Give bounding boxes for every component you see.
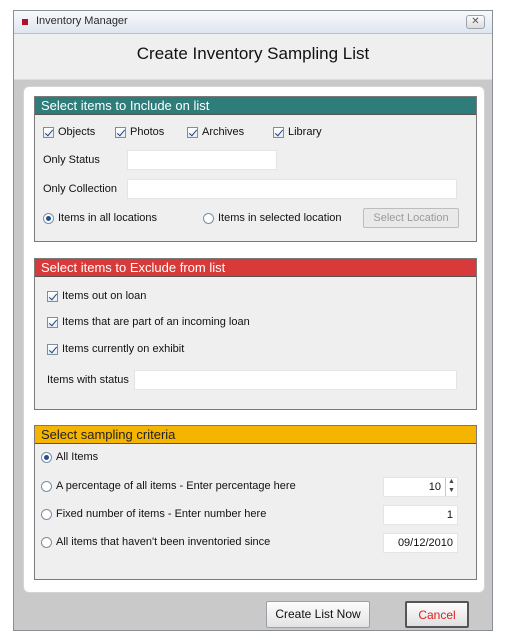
exclude-section-title: Select items to Exclude from list [35,259,476,277]
percentage-stepper[interactable]: ▲ ▼ [445,478,457,496]
create-list-now-button[interactable]: Create List Now [266,601,370,628]
radio-fixed-number[interactable]: Fixed number of items - Enter number her… [41,508,266,520]
checkbox-objects[interactable]: Objects [43,126,95,138]
items-with-status-field[interactable] [134,370,457,390]
percentage-value: 10 [428,481,441,493]
checkbox-archives-label: Archives [202,126,245,138]
checkbox-photos[interactable]: Photos [115,126,164,138]
radio-percentage-label: A percentage of all items - Enter percen… [56,480,296,492]
checkbox-on-exhibit[interactable]: Items currently on exhibit [47,343,184,355]
radio-not-inventoried-since[interactable]: All items that haven't been inventoried … [41,536,270,548]
checkbox-out-on-loan-box[interactable] [47,290,58,302]
criteria-section-title: Select sampling criteria [35,426,476,444]
checkbox-on-exhibit-box[interactable] [47,343,58,355]
radio-selected-location[interactable]: Items in selected location [203,212,342,224]
items-with-status-label: Items with status [47,374,129,386]
checkbox-incoming-loan-box[interactable] [47,316,58,328]
checkbox-on-exhibit-label: Items currently on exhibit [62,343,185,355]
checkbox-library-box[interactable] [273,126,284,138]
checkbox-incoming-loan[interactable]: Items that are part of an incoming loan [47,316,250,328]
inventory-manager-window: Inventory Manager ✕ Create Inventory Sam… [13,10,493,631]
fixed-number-input[interactable]: 1 [383,505,458,525]
title-bar: Inventory Manager ✕ [14,11,492,34]
criteria-section: Select sampling criteria All Items A per… [34,425,477,580]
stepper-down-icon[interactable]: ▼ [446,487,457,496]
page-title: Create Inventory Sampling List [136,44,370,63]
checkbox-archives-box[interactable] [187,126,198,138]
only-collection-field[interactable] [127,179,457,199]
radio-fixed-number-dot[interactable] [41,508,52,520]
only-status-label: Only Status [43,154,100,166]
checkbox-photos-box[interactable] [115,126,126,138]
stepper-up-icon[interactable]: ▲ [446,478,457,487]
exclude-section: Select items to Exclude from list Items … [34,258,477,410]
radio-not-inventoried-since-dot[interactable] [41,536,52,548]
radio-selected-location-dot[interactable] [203,212,214,224]
checkbox-objects-label: Objects [58,126,96,138]
radio-all-locations-label: Items in all locations [58,212,158,224]
checkbox-incoming-loan-label: Items that are part of an incoming loan [62,316,250,328]
app-icon [22,19,28,25]
checkbox-out-on-loan[interactable]: Items out on loan [47,290,146,302]
radio-all-locations[interactable]: Items in all locations [43,212,157,224]
radio-percentage[interactable]: A percentage of all items - Enter percen… [41,480,296,492]
radio-selected-location-label: Items in selected location [218,212,342,224]
radio-not-inventoried-since-label: All items that haven't been inventoried … [56,536,271,548]
checkbox-out-on-loan-label: Items out on loan [62,290,147,302]
radio-all-items[interactable]: All Items [41,451,98,463]
window-title: Inventory Manager [36,15,128,27]
only-status-field[interactable] [127,150,277,170]
include-section-title: Select items to Include on list [35,97,476,115]
close-icon[interactable]: ✕ [466,15,485,29]
radio-all-items-dot[interactable] [41,451,52,463]
radio-all-items-label: All Items [56,451,99,463]
radio-fixed-number-label: Fixed number of items - Enter number her… [56,508,267,520]
percentage-input[interactable]: 10 ▲ ▼ [383,477,458,497]
checkbox-library-label: Library [288,126,322,138]
radio-percentage-dot[interactable] [41,480,52,492]
radio-all-locations-dot[interactable] [43,212,54,224]
checkbox-library[interactable]: Library [273,126,322,138]
cancel-button[interactable]: Cancel [405,601,469,628]
dialog-header: Create Inventory Sampling List [14,34,492,80]
dialog-body: Select items to Include on list Objects … [23,86,485,593]
include-section: Select items to Include on list Objects … [34,96,477,242]
checkbox-archives[interactable]: Archives [187,126,244,138]
only-collection-label: Only Collection [43,183,117,195]
select-location-button[interactable]: Select Location [363,208,459,228]
checkbox-objects-box[interactable] [43,126,54,138]
checkbox-photos-label: Photos [130,126,165,138]
since-date-input[interactable]: 09/12/2010 [383,533,458,553]
